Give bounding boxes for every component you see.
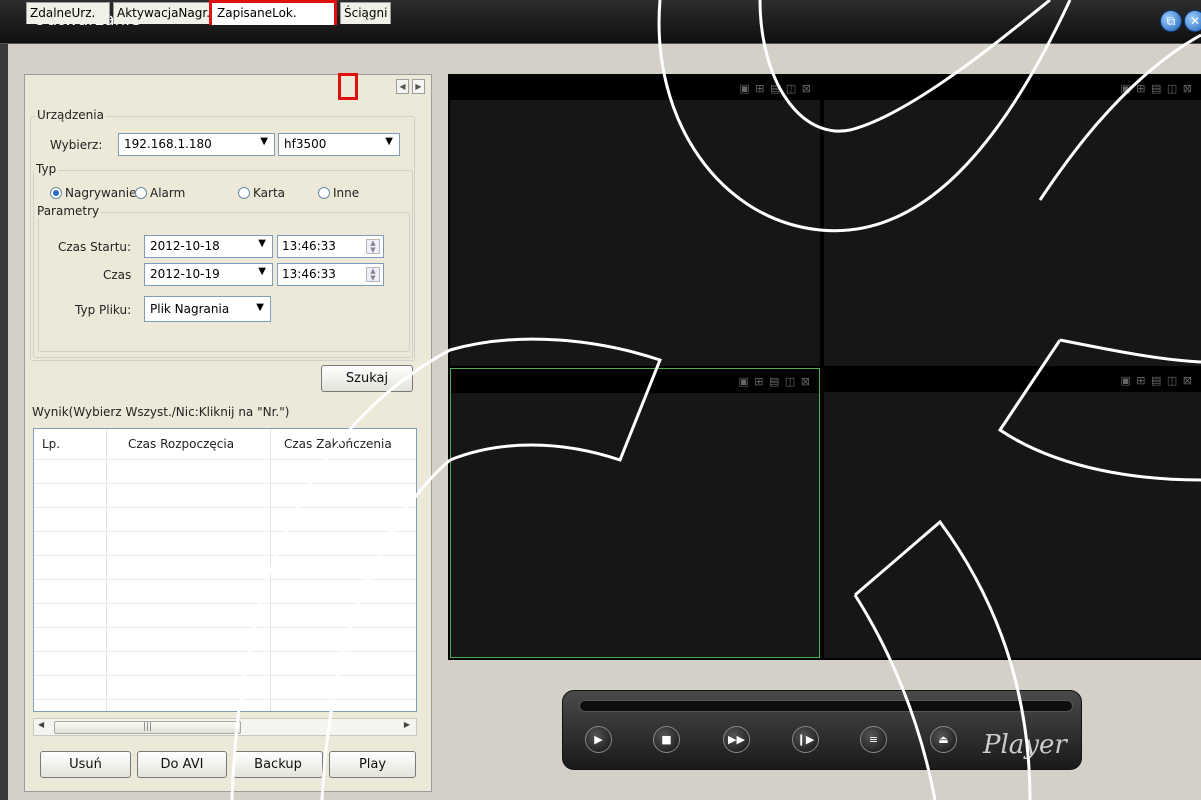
stop-icon[interactable]: ■ bbox=[653, 726, 680, 753]
type-group-label: Typ bbox=[34, 162, 59, 176]
column-divider bbox=[106, 429, 107, 711]
play-icon[interactable]: ▶ bbox=[585, 726, 612, 753]
restore-icon[interactable]: ⧉ bbox=[1160, 10, 1182, 32]
device-ip-select[interactable]: 192.168.1.180 ▼ bbox=[118, 133, 275, 156]
play-button[interactable]: Play bbox=[329, 751, 416, 778]
radio-label: Inne bbox=[333, 186, 360, 200]
video-controls-icon[interactable]: ▣ ⊞ ▤ ◫ ⊠ bbox=[739, 82, 812, 95]
row-divider bbox=[34, 603, 416, 604]
video-panel-2[interactable]: ▣ ⊞ ▤ ◫ ⊠ bbox=[824, 76, 1201, 366]
radio-icon bbox=[238, 187, 250, 199]
horizontal-scrollbar[interactable]: ◀ ||| ▶ bbox=[33, 718, 417, 736]
row-divider bbox=[34, 579, 416, 580]
radio-icon bbox=[318, 187, 330, 199]
devices-group-label: Urządzenia bbox=[35, 108, 106, 122]
video-panel-3[interactable]: ▣ ⊞ ▤ ◫ ⊠ bbox=[450, 368, 820, 658]
radio-selected-icon bbox=[50, 187, 62, 199]
video-controls-icon[interactable]: ▣ ⊞ ▤ ◫ ⊠ bbox=[1120, 374, 1193, 387]
tab-scroll-left-icon[interactable]: ◀ bbox=[396, 79, 409, 94]
scrollbar-thumb[interactable]: ||| bbox=[54, 721, 241, 734]
fast-forward-icon[interactable]: ▶▶ bbox=[723, 726, 750, 753]
step-frame-icon[interactable]: ❙▶ bbox=[792, 726, 819, 753]
chevron-down-icon: ▼ bbox=[260, 136, 268, 147]
chevron-down-icon: ▼ bbox=[256, 302, 264, 313]
tab-remote[interactable]: ZdalneUrz. bbox=[26, 2, 110, 24]
to-avi-button[interactable]: Do AVI bbox=[137, 751, 227, 778]
progress-track[interactable] bbox=[579, 700, 1073, 712]
radio-label: Alarm bbox=[150, 186, 186, 200]
eject-icon[interactable]: ⏏ bbox=[930, 726, 957, 753]
highlight-box bbox=[338, 73, 358, 100]
radio-recording[interactable]: Nagrywanie bbox=[50, 186, 136, 200]
search-button[interactable]: Szukaj bbox=[321, 365, 413, 392]
row-divider bbox=[34, 459, 416, 460]
device-select-label: Wybierz: bbox=[50, 138, 103, 152]
video-panel-4[interactable]: ▣ ⊞ ▤ ◫ ⊠ bbox=[824, 368, 1201, 658]
player-logo: Player bbox=[983, 730, 1067, 760]
radio-other[interactable]: Inne bbox=[318, 186, 359, 200]
results-table: Lp. Czas Rozpoczęcia Czas Zakończenia bbox=[33, 428, 417, 712]
tab-scroll-right-icon[interactable]: ▶ bbox=[412, 79, 425, 94]
scroll-right-icon[interactable]: ▶ bbox=[404, 720, 410, 729]
playback-window: Odtwarzanie ⧉ ✕ ZdalneUrz. AktywacjaNagr… bbox=[0, 0, 1201, 800]
row-divider bbox=[34, 699, 416, 700]
file-type-value: Plik Nagrania bbox=[150, 302, 230, 316]
chevron-down-icon: ▼ bbox=[258, 266, 266, 277]
start-time-spinner[interactable]: 13:46:33 ▲ ▼ bbox=[277, 235, 384, 258]
end-date-picker[interactable]: 2012-10-19 ▼ bbox=[144, 263, 273, 286]
spinner-arrows-icon[interactable]: ▲ ▼ bbox=[366, 239, 380, 254]
column-header-lp[interactable]: Lp. bbox=[42, 429, 61, 459]
end-date-value: 2012-10-19 bbox=[150, 267, 220, 281]
start-time-label: Czas Startu: bbox=[58, 240, 132, 254]
end-time-label: Czas bbox=[103, 268, 132, 282]
row-divider bbox=[34, 483, 416, 484]
radio-alarm[interactable]: Alarm bbox=[135, 186, 185, 200]
column-divider bbox=[270, 429, 271, 711]
device-ip-value: 192.168.1.180 bbox=[124, 137, 212, 151]
file-type-label: Typ Pliku: bbox=[75, 303, 132, 317]
row-divider bbox=[34, 675, 416, 676]
column-header-end[interactable]: Czas Zakończenia bbox=[284, 429, 392, 459]
start-time-value: 13:46:33 bbox=[282, 239, 336, 253]
results-label: Wynik(Wybierz Wszyst./Nic:Kliknij na "Nr… bbox=[32, 405, 290, 419]
radio-label: Nagrywanie bbox=[65, 186, 137, 200]
end-time-spinner[interactable]: 13:46:33 ▲ ▼ bbox=[277, 263, 384, 286]
video-toolbar: ▣ ⊞ ▤ ◫ ⊠ bbox=[451, 369, 819, 393]
start-date-value: 2012-10-18 bbox=[150, 239, 220, 253]
row-divider bbox=[34, 531, 416, 532]
spinner-arrows-icon[interactable]: ▲ ▼ bbox=[366, 267, 380, 282]
video-toolbar: ▣ ⊞ ▤ ◫ ⊠ bbox=[450, 76, 820, 100]
tab-recording-activation[interactable]: AktywacjaNagr. bbox=[113, 2, 213, 24]
video-grid: ▣ ⊞ ▤ ◫ ⊠ ▣ ⊞ ▤ ◫ ⊠ ▣ ⊞ ▤ ◫ ⊠ ▣ ⊞ ▤ ◫ ⊠ bbox=[448, 74, 1201, 660]
row-divider bbox=[34, 651, 416, 652]
params-group-label: Parametry bbox=[35, 204, 102, 218]
video-toolbar: ▣ ⊞ ▤ ◫ ⊠ bbox=[824, 76, 1201, 100]
video-controls-icon[interactable]: ▣ ⊞ ▤ ◫ ⊠ bbox=[1120, 82, 1193, 95]
radio-label: Karta bbox=[253, 186, 286, 200]
start-date-picker[interactable]: 2012-10-18 ▼ bbox=[144, 235, 273, 258]
video-panel-1[interactable]: ▣ ⊞ ▤ ◫ ⊠ bbox=[450, 76, 820, 366]
radio-icon bbox=[135, 187, 147, 199]
video-toolbar: ▣ ⊞ ▤ ◫ ⊠ bbox=[824, 368, 1201, 392]
backup-button[interactable]: Backup bbox=[233, 751, 323, 778]
close-icon[interactable]: ✕ bbox=[1184, 10, 1201, 32]
tab-saved-local[interactable]: ZapisaneLok. bbox=[209, 0, 337, 25]
column-header-start[interactable]: Czas Rozpoczęcia bbox=[128, 429, 235, 459]
device-name-select[interactable]: hf3500 ▼ bbox=[278, 133, 400, 156]
video-controls-icon[interactable]: ▣ ⊞ ▤ ◫ ⊠ bbox=[738, 375, 811, 388]
row-divider bbox=[34, 627, 416, 628]
row-divider bbox=[34, 507, 416, 508]
file-type-select[interactable]: Plik Nagrania ▼ bbox=[144, 296, 271, 322]
end-time-value: 13:46:33 bbox=[282, 267, 336, 281]
playlist-icon[interactable]: ≡ bbox=[860, 726, 887, 753]
device-name-value: hf3500 bbox=[284, 137, 327, 151]
chevron-down-icon: ▼ bbox=[385, 136, 393, 147]
tab-downloaded[interactable]: Ściągni bbox=[340, 2, 391, 24]
scroll-left-icon[interactable]: ◀ bbox=[38, 720, 44, 729]
delete-button[interactable]: Usuń bbox=[40, 751, 131, 778]
row-divider bbox=[34, 555, 416, 556]
radio-card[interactable]: Karta bbox=[238, 186, 285, 200]
chevron-down-icon: ▼ bbox=[258, 238, 266, 249]
